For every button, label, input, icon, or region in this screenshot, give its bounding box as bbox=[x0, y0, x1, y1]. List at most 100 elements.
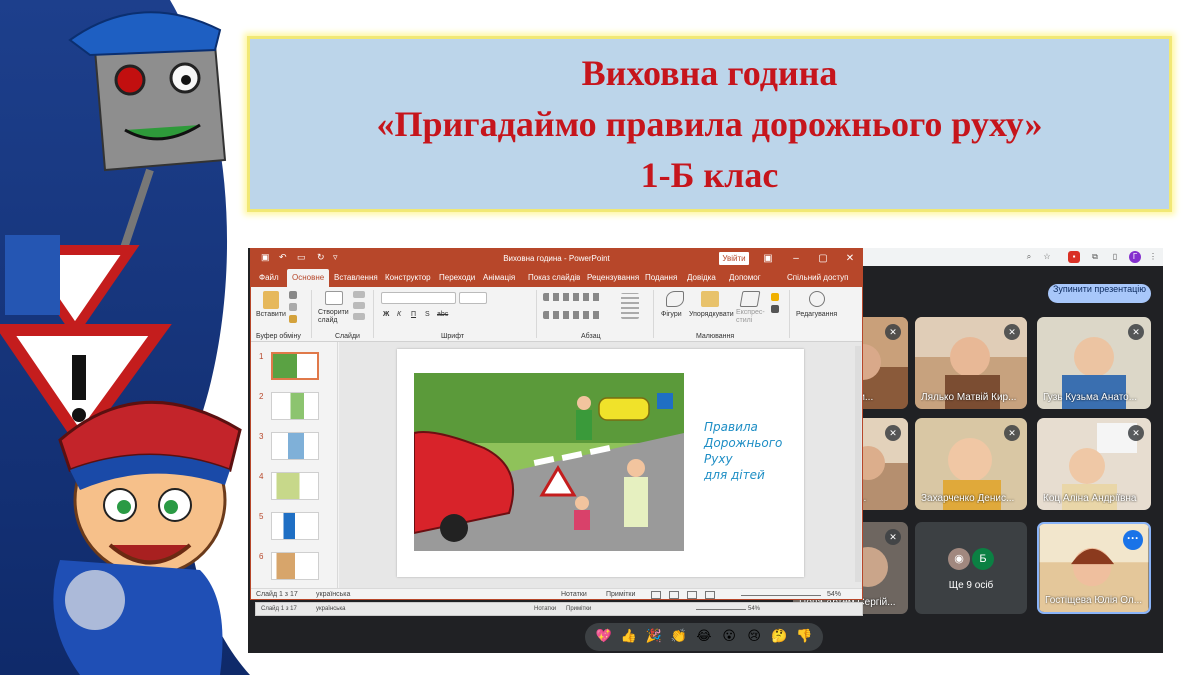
participant-name: Захарченко Денис... bbox=[921, 493, 1015, 504]
more-options-icon[interactable]: ··· bbox=[1123, 530, 1143, 550]
tab-file[interactable]: Файл bbox=[259, 269, 279, 287]
share-button[interactable]: Спільний доступ bbox=[787, 269, 849, 287]
tab-transitions[interactable]: Переходи bbox=[439, 269, 475, 287]
ribbon-options-icon[interactable]: ▣ bbox=[761, 252, 775, 266]
tab-animation[interactable]: Анімація bbox=[483, 269, 515, 287]
star-icon[interactable]: ☆ bbox=[1041, 251, 1053, 263]
editing-button[interactable]: Редагування bbox=[796, 311, 837, 318]
tab-help[interactable]: Довідка bbox=[687, 269, 716, 287]
thumb-number: 5 bbox=[259, 512, 264, 521]
clap-reaction-icon[interactable]: 👏 bbox=[670, 628, 688, 646]
strikethrough-button[interactable]: abc bbox=[437, 311, 448, 318]
slide-thumbnail[interactable] bbox=[271, 392, 319, 420]
sidebar-icon[interactable]: ▯ bbox=[1109, 251, 1121, 263]
find-icon[interactable] bbox=[809, 291, 825, 307]
sorter-view-icon[interactable] bbox=[669, 591, 679, 599]
paste-button[interactable]: Вставити bbox=[256, 311, 286, 318]
italic-button[interactable]: К bbox=[397, 311, 401, 318]
text-direction-icon[interactable] bbox=[621, 293, 639, 319]
participant-tile[interactable]: ··· Гостіщева Юлія Ол... bbox=[1037, 522, 1151, 614]
layout-icon[interactable] bbox=[353, 291, 365, 298]
normal-view-icon[interactable] bbox=[651, 591, 661, 599]
underline-button[interactable]: П bbox=[411, 311, 416, 318]
minimize-icon[interactable]: – bbox=[789, 252, 803, 266]
more-participants-tile[interactable]: ◉ Б Ще 9 осіб bbox=[915, 522, 1027, 614]
zoom-slider[interactable] bbox=[741, 595, 821, 596]
arrange-icon[interactable] bbox=[701, 291, 719, 307]
slide-thumbnail[interactable] bbox=[271, 352, 319, 380]
new-slide-icon[interactable] bbox=[325, 291, 343, 305]
road-safety-illustration bbox=[414, 373, 684, 551]
stage: Виховна година «Пригадаймо правила дорож… bbox=[0, 0, 1200, 675]
slide-thumbnail[interactable] bbox=[271, 552, 319, 580]
participant-tile[interactable]: ✕ Коц Аліна Андріївна bbox=[1037, 418, 1151, 510]
ribbon-separator bbox=[653, 290, 654, 338]
shape-fill-icon[interactable] bbox=[771, 293, 779, 301]
shapes-button[interactable]: Фігури bbox=[661, 311, 682, 318]
tab-slideshow[interactable]: Показ слайдів bbox=[528, 269, 580, 287]
surprised-reaction-icon[interactable]: 😮 bbox=[720, 628, 738, 646]
comments-button[interactable]: Примітки bbox=[606, 591, 635, 598]
slide-editing-area: Правила Дорожнього Руху для дітей bbox=[339, 342, 862, 588]
puzzle-icon[interactable]: ⧉ bbox=[1089, 251, 1101, 263]
reset-icon[interactable] bbox=[353, 302, 365, 309]
maximize-icon[interactable]: ▢ bbox=[816, 252, 830, 266]
tab-home[interactable]: Основне bbox=[287, 269, 330, 287]
slide-title-text[interactable]: Правила Дорожнього Руху для дітей bbox=[704, 419, 799, 483]
thumbs-down-reaction-icon[interactable]: 👎 bbox=[795, 628, 813, 646]
slide-thumbnail[interactable] bbox=[271, 512, 319, 540]
slide-thumbnail[interactable] bbox=[271, 472, 319, 500]
section-icon[interactable] bbox=[353, 313, 365, 320]
tab-review[interactable]: Рецензування bbox=[587, 269, 639, 287]
search-icon[interactable]: ⌕ bbox=[1023, 251, 1035, 263]
tab-insert[interactable]: Вставлення bbox=[334, 269, 378, 287]
alignment-icon[interactable] bbox=[543, 311, 603, 319]
participant-tile[interactable]: ✕ Захарченко Денис... bbox=[915, 418, 1027, 510]
stop-presentation-button[interactable]: Зупинити презентацію bbox=[1048, 284, 1151, 303]
quick-styles-icon[interactable] bbox=[739, 291, 761, 307]
thumbs-up-reaction-icon[interactable]: 👍 bbox=[620, 628, 638, 646]
vertical-scrollbar[interactable] bbox=[855, 346, 861, 582]
current-slide[interactable]: Правила Дорожнього Руху для дітей bbox=[397, 349, 804, 577]
more-participants-label: Ще 9 осіб bbox=[948, 580, 994, 591]
bold-button[interactable]: Ж bbox=[383, 311, 389, 318]
new-slide-button[interactable]: Створити слайд bbox=[318, 309, 354, 325]
participant-tile[interactable]: ✕ Гузь Кузьма Анато... bbox=[1037, 317, 1151, 409]
heart-reaction-icon[interactable]: 💖 bbox=[595, 628, 613, 646]
sad-reaction-icon[interactable]: 😢 bbox=[745, 628, 763, 646]
laugh-reaction-icon[interactable]: 😂 bbox=[695, 628, 713, 646]
tab-view[interactable]: Подання bbox=[645, 269, 677, 287]
format-painter-icon[interactable] bbox=[289, 315, 297, 323]
title-banner: Виховна година «Пригадаймо правила дорож… bbox=[247, 36, 1172, 212]
shadow-button[interactable]: S bbox=[425, 311, 430, 318]
font-family-select[interactable] bbox=[381, 292, 456, 304]
language-indicator[interactable]: українська bbox=[316, 591, 350, 598]
cut-icon[interactable] bbox=[289, 291, 297, 299]
slideshow-view-icon[interactable] bbox=[705, 591, 715, 599]
mic-off-icon: ✕ bbox=[885, 324, 901, 340]
tab-design[interactable]: Конструктор bbox=[385, 269, 431, 287]
shape-outline-icon[interactable] bbox=[771, 305, 779, 313]
arrange-button[interactable]: Упорядкувати bbox=[689, 311, 734, 318]
participant-name: Гузь Кузьма Анато... bbox=[1043, 392, 1138, 403]
shapes-icon[interactable] bbox=[666, 291, 684, 307]
kebab-menu-icon[interactable]: ⋮ bbox=[1147, 251, 1159, 263]
copy-icon[interactable] bbox=[289, 303, 297, 311]
profile-icon[interactable]: Г bbox=[1129, 251, 1141, 263]
extension-icon[interactable]: ▪ bbox=[1068, 251, 1080, 263]
participant-tile[interactable]: ✕ Лялько Матвій Кир... bbox=[915, 317, 1027, 409]
quick-styles-button[interactable]: Експрес-стилі bbox=[736, 309, 766, 325]
paragraph-group-label: Абзац bbox=[581, 333, 601, 340]
close-icon[interactable]: ✕ bbox=[843, 252, 857, 266]
zoom-level[interactable]: 54% bbox=[827, 591, 841, 598]
thinking-reaction-icon[interactable]: 🤔 bbox=[770, 628, 788, 646]
reading-view-icon[interactable] bbox=[687, 591, 697, 599]
bullets-icon[interactable] bbox=[543, 293, 603, 301]
font-size-select[interactable] bbox=[459, 292, 487, 304]
party-reaction-icon[interactable]: 🎉 bbox=[645, 628, 663, 646]
slide-thumbnail[interactable] bbox=[271, 432, 319, 460]
sign-in-button[interactable]: Увійти bbox=[719, 252, 749, 265]
paste-icon[interactable] bbox=[263, 291, 279, 309]
tab-assist[interactable]: Допомог bbox=[729, 269, 761, 287]
notes-button[interactable]: Нотатки bbox=[561, 591, 587, 598]
